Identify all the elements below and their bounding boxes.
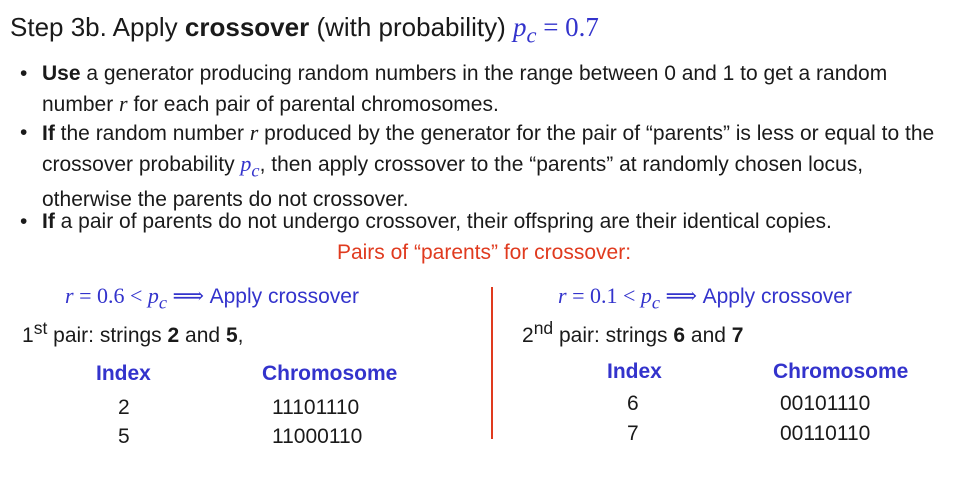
- bullet-pc-sub: c: [251, 160, 260, 181]
- right-pair-and: and: [685, 324, 732, 347]
- bullet-text: If the random number r produced by the g…: [42, 118, 952, 215]
- bullet-var: r: [119, 91, 128, 116]
- bullet-bold: If: [42, 122, 55, 145]
- slide-title: Step 3b. Apply crossover (with probabili…: [10, 12, 599, 48]
- right-table-header-index: Index: [607, 360, 662, 383]
- left-row-1-index: 2: [118, 396, 130, 419]
- title-sub: c: [526, 22, 537, 48]
- bullet-bold: Use: [42, 62, 81, 85]
- bullet-text-b: for each pair of parental chromosomes.: [127, 93, 499, 116]
- left-pair-label: 1st pair: strings 2 and 5,: [22, 318, 243, 348]
- left-row-2-index: 5: [118, 425, 130, 448]
- right-cond-value: = 0.1 <: [566, 283, 641, 308]
- bullet-pc: pc: [240, 151, 259, 180]
- left-table-header-chromosome: Chromosome: [262, 362, 398, 385]
- left-pair-num: 1: [22, 324, 34, 347]
- title-var: p: [512, 12, 527, 42]
- left-cond-r: r: [65, 283, 74, 308]
- right-row-1-chromosome: 00101110: [780, 392, 871, 415]
- left-pair-text: pair: strings: [47, 324, 168, 347]
- title-prefix: Step 3b. Apply: [10, 12, 185, 42]
- right-pair-sup: nd: [533, 318, 554, 338]
- right-pair-s2: 7: [731, 324, 744, 347]
- right-cond-p: p: [640, 283, 652, 308]
- left-table-header-index: Index: [96, 362, 151, 385]
- right-pair-text: pair: strings: [553, 324, 674, 347]
- left-cond-value: = 0.6 <: [73, 283, 148, 308]
- title-bold: crossover: [184, 12, 310, 42]
- title-rest: = 0.7: [536, 12, 599, 42]
- right-row-2-index: 7: [627, 422, 639, 445]
- bullet-dot: •: [20, 62, 28, 85]
- bullet-bold: If: [42, 210, 55, 233]
- right-cond-arrow: ⟹: [660, 283, 703, 308]
- bullet-text: Use a generator producing random numbers…: [42, 59, 952, 120]
- title-formula: pc = 0.7: [512, 12, 599, 47]
- right-pair-s1: 6: [673, 324, 686, 347]
- right-table-header-chromosome: Chromosome: [773, 360, 909, 383]
- left-row-1-chromosome: 11101110: [272, 396, 360, 419]
- bullet-text-a: the random number: [54, 122, 250, 145]
- left-pair-s2: 5: [225, 324, 238, 347]
- left-pair-s1: 2: [167, 324, 180, 347]
- left-cond-p: p: [147, 283, 159, 308]
- right-cond-sub: c: [651, 292, 661, 313]
- right-cond-text: Apply crossover: [702, 285, 852, 308]
- left-condition: r = 0.6 < pc ⟹ Apply crossover: [65, 283, 359, 313]
- left-cond-text: Apply crossover: [209, 285, 359, 308]
- bullet-dot: •: [20, 121, 28, 144]
- bullet-text-a: a pair of parents do not undergo crossov…: [54, 210, 832, 233]
- right-row-1-index: 6: [627, 392, 639, 415]
- right-condition: r = 0.1 < pc ⟹ Apply crossover: [558, 283, 852, 313]
- right-cond-r: r: [558, 283, 567, 308]
- left-cond-math: r = 0.6 < pc ⟹: [65, 283, 210, 312]
- right-cond-math: r = 0.1 < pc ⟹: [558, 283, 703, 312]
- bullet-pc-var: p: [240, 151, 252, 176]
- left-cond-arrow: ⟹: [167, 283, 210, 308]
- right-row-2-chromosome: 00110110: [780, 422, 871, 445]
- bullet-text: If a pair of parents do not undergo cros…: [42, 207, 952, 237]
- left-pair-end: ,: [237, 324, 244, 347]
- left-row-2-chromosome: 11000110: [272, 425, 363, 448]
- right-pair-label: 2nd pair: strings 6 and 7: [522, 318, 743, 348]
- left-pair-sup: st: [33, 318, 48, 338]
- bullet-dot: •: [20, 210, 28, 233]
- pairs-heading: Pairs of “parents” for crossover:: [336, 241, 632, 264]
- vertical-divider: [491, 287, 493, 439]
- right-pair-num: 2: [522, 324, 534, 347]
- left-cond-sub: c: [158, 292, 168, 313]
- left-pair-and: and: [179, 324, 226, 347]
- title-suffix: (with probability): [309, 12, 513, 42]
